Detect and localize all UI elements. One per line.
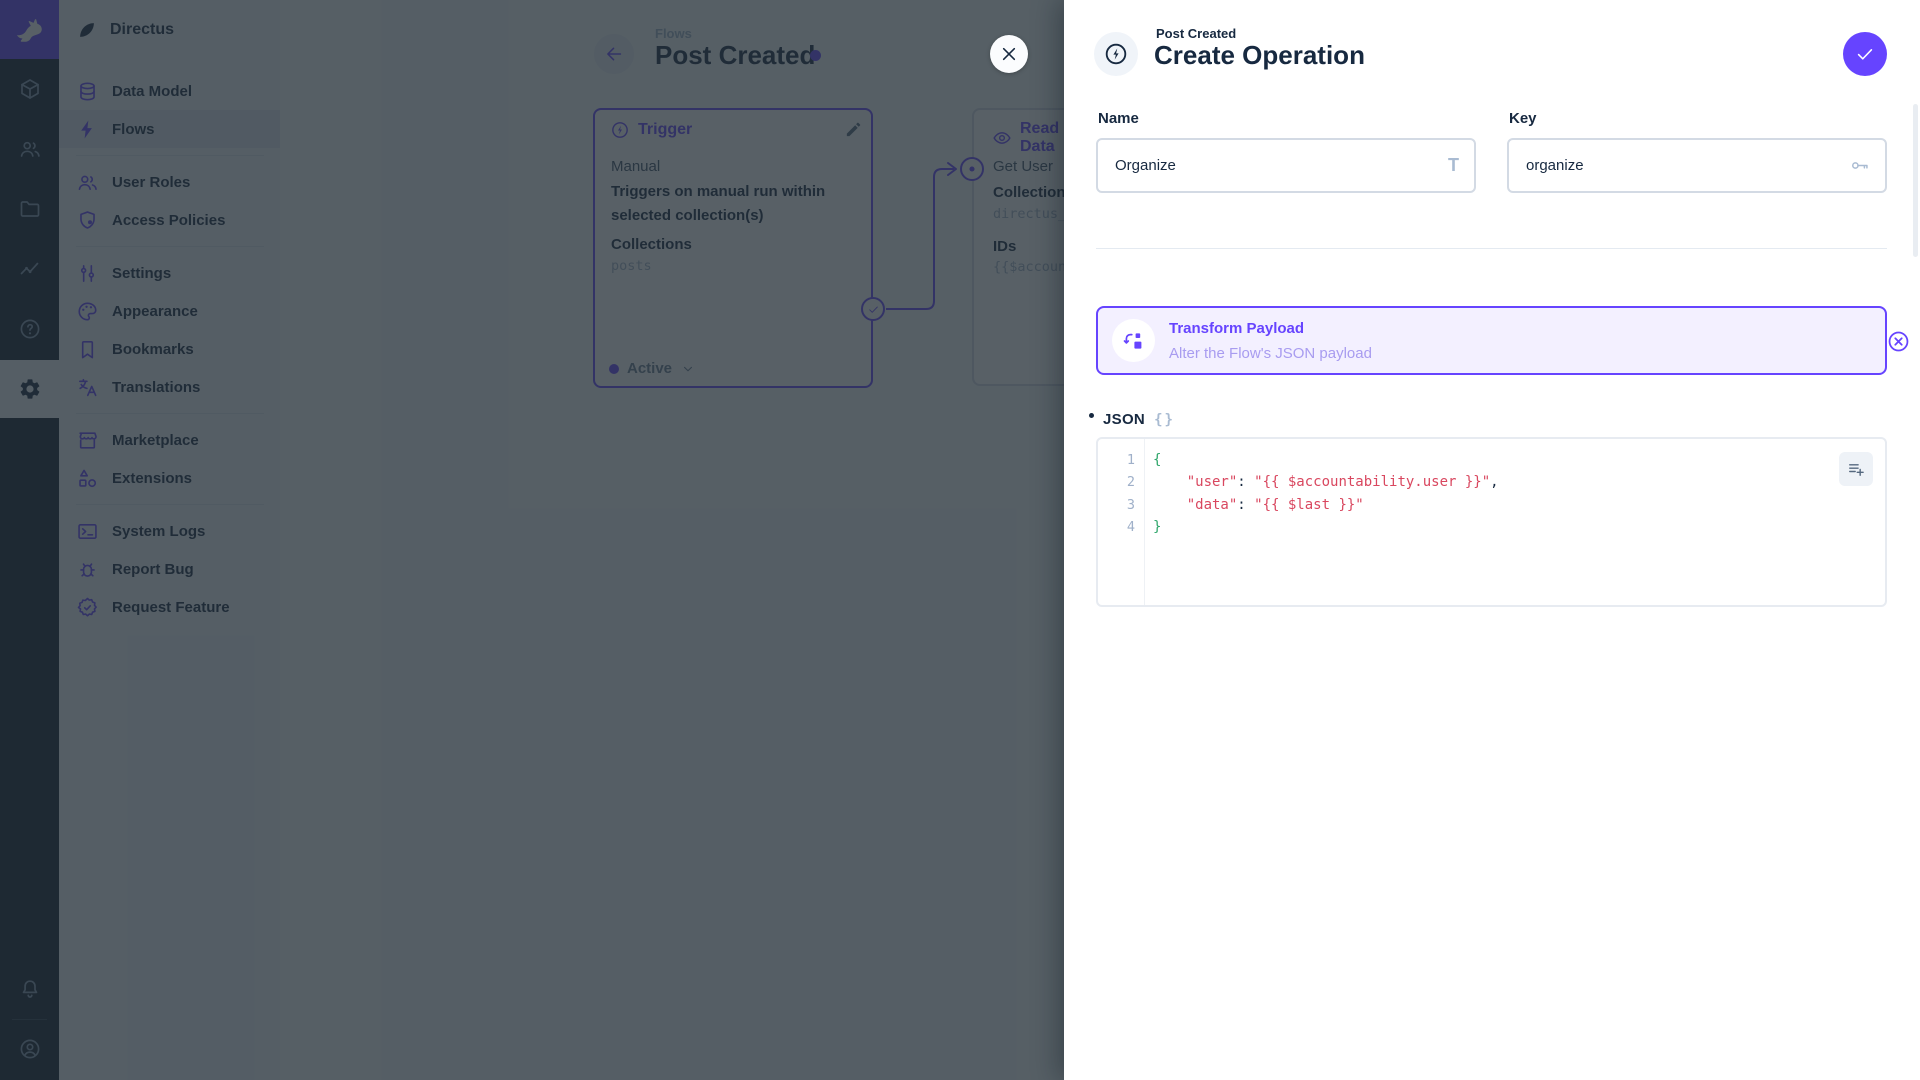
key-icon	[1849, 155, 1870, 176]
create-operation-drawer: Post Created Create Operation Name T Key…	[1064, 0, 1920, 1080]
name-input[interactable]	[1098, 157, 1448, 174]
operation-header-icon	[1094, 32, 1138, 76]
operation-type-banner[interactable]: Transform Payload Alter the Flow's JSON …	[1096, 306, 1908, 375]
transform-payload-icon	[1122, 329, 1146, 353]
required-dot	[1089, 413, 1094, 418]
name-label: Name	[1098, 110, 1139, 127]
save-operation-button[interactable]	[1843, 32, 1887, 76]
key-label: Key	[1509, 110, 1537, 127]
circle-x-icon	[1886, 329, 1911, 354]
line-number: 3	[1126, 496, 1135, 513]
name-input-wrap: T	[1096, 138, 1476, 193]
close-drawer-button[interactable]	[990, 35, 1028, 73]
code-line: "user": "{{ $accountability.user }}",	[1186, 474, 1499, 491]
drawer-scrollbar[interactable]	[1913, 104, 1918, 257]
json-field-header: JSON {}	[1089, 411, 1175, 428]
title-case-icon: T	[1448, 155, 1459, 175]
key-input[interactable]	[1509, 157, 1849, 174]
operation-type-title: Transform Payload	[1169, 320, 1305, 337]
offline-bolt-icon	[1103, 41, 1129, 67]
code-line: }	[1153, 519, 1162, 536]
editor-gutter: 1 2 3 4	[1098, 439, 1145, 605]
directus-app: Flows Post Created Trigger Manual Trigge…	[0, 0, 1920, 1080]
json-label: JSON	[1103, 411, 1146, 428]
json-code-editor[interactable]: 1 2 3 4 { "user": "{{ $accountability.user …	[1096, 437, 1887, 607]
drawer-title: Create Operation	[1154, 40, 1365, 70]
line-number: 4	[1126, 519, 1135, 536]
check-icon	[1854, 43, 1876, 65]
drawer-breadcrumb: Post Created	[1156, 26, 1237, 41]
close-icon	[998, 43, 1020, 65]
key-input-wrap	[1507, 138, 1887, 193]
code-line: {	[1153, 452, 1162, 468]
transform-icon-circle	[1112, 319, 1155, 362]
remove-operation-type-button[interactable]	[1881, 324, 1915, 358]
editor-code: { "user": "{{ $accountability.user }}", …	[1153, 449, 1881, 539]
line-number: 1	[1126, 452, 1135, 468]
section-divider	[1096, 248, 1887, 249]
operation-type-subtitle: Alter the Flow's JSON payload	[1169, 345, 1372, 362]
line-number: 2	[1126, 474, 1135, 491]
add-lines-button[interactable]	[1839, 452, 1873, 486]
data-object-icon: {}	[1154, 411, 1175, 428]
playlist-add-icon	[1846, 459, 1866, 479]
code-line: "data": "{{ $last }}"	[1186, 496, 1364, 513]
